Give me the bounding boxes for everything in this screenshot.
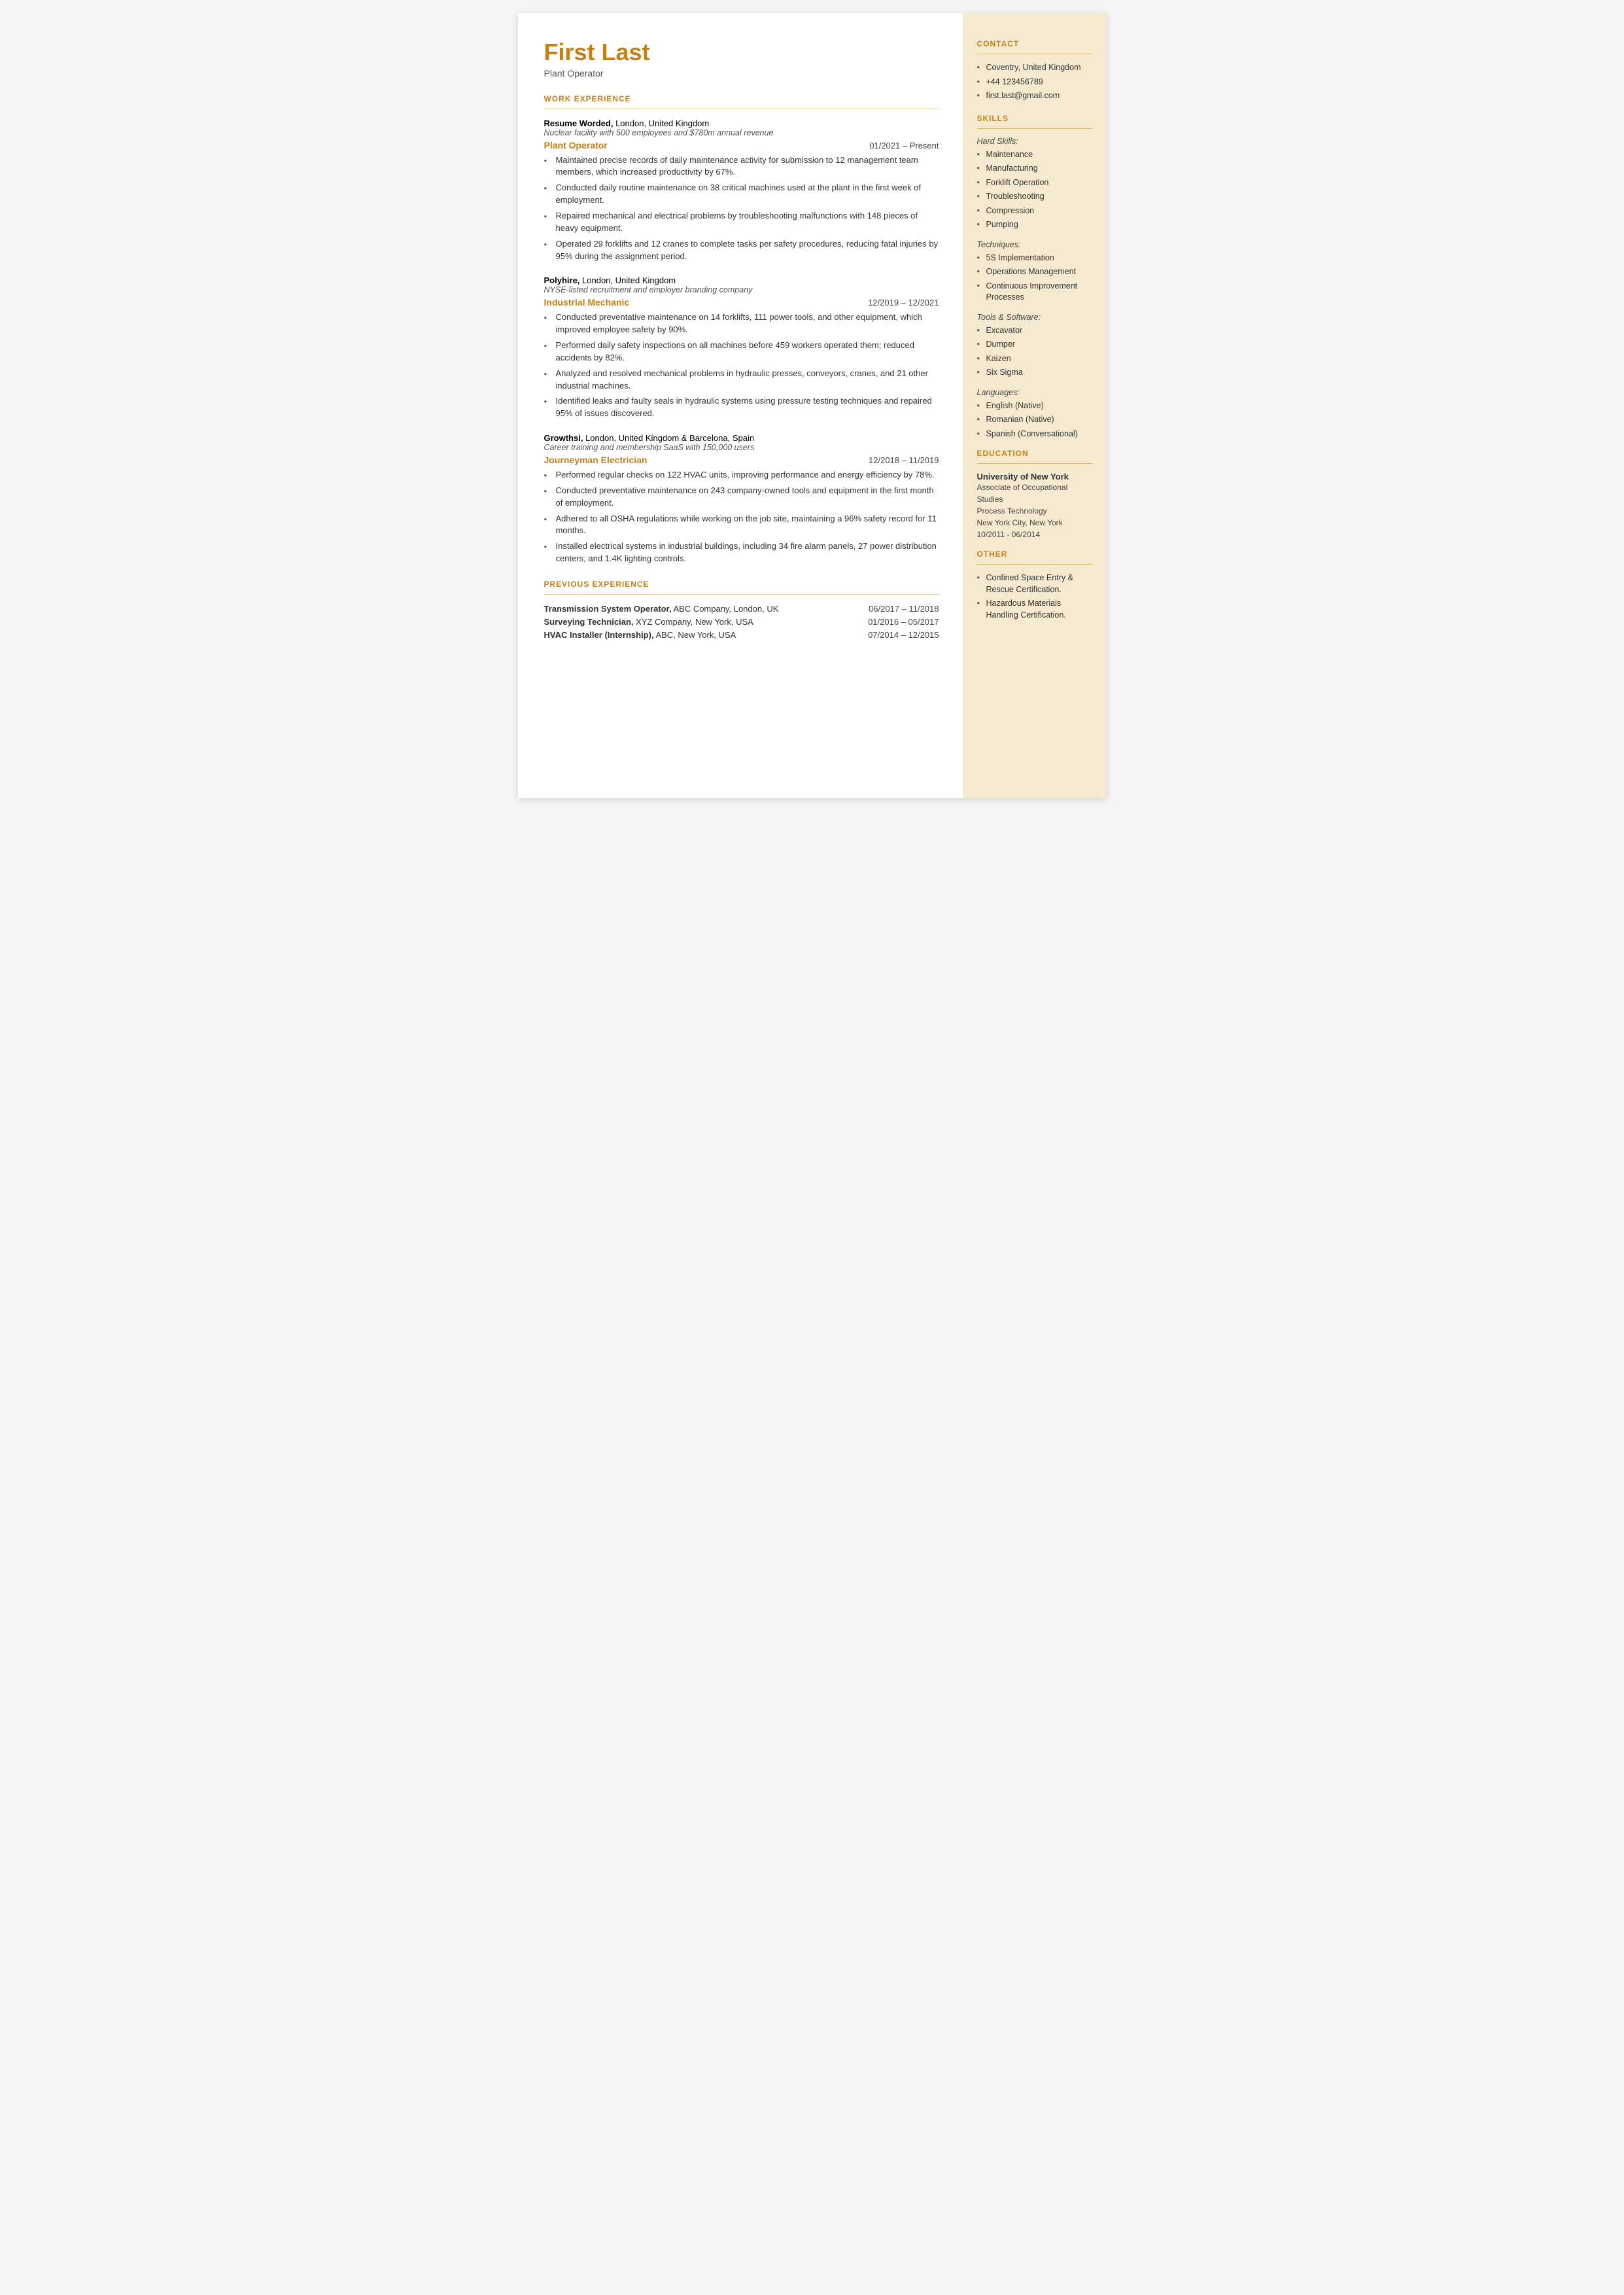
skill-troubleshooting: Troubleshooting [977,191,1092,203]
tools-label: Tools & Software: [977,313,1092,322]
prev-row-1-left: Transmission System Operator, ABC Compan… [544,604,856,614]
prev-row-3-left: HVAC Installer (Internship), ABC, New Yo… [544,630,855,640]
work-experience-title: WORK EXPERIENCE [544,94,939,103]
hard-skills-list: Maintenance Manufacturing Forklift Opera… [977,149,1092,231]
prev-row-1-dates: 06/2017 – 11/2018 [869,604,939,614]
bullet: Operated 29 forklifts and 12 cranes to c… [544,238,939,263]
lang-spanish: Spanish (Conversational) [977,429,1092,440]
skills-title: SKILLS [977,114,1092,123]
job-2-title: Industrial Mechanic [544,297,630,307]
school-name: University of New York [977,472,1092,482]
other-divider [977,564,1092,565]
previous-experience-title: PREVIOUS EXPERIENCE [544,580,939,589]
job-3-dates: 12/2018 – 11/2019 [869,455,939,465]
contact-phone: +44 123456789 [977,77,1092,88]
education-divider [977,463,1092,464]
languages-list: English (Native) Romanian (Native) Spani… [977,400,1092,440]
company-3-tagline: Career training and membership SaaS with… [544,443,939,452]
edu-1: University of New York Associate of Occu… [977,472,1092,540]
job-3: Growthsi, London, United Kingdom & Barce… [544,433,939,565]
job-1: Resume Worded, London, United Kingdom Nu… [544,118,939,263]
job-1-bullets: Maintained precise records of daily main… [544,154,939,263]
header: First Last Plant Operator [544,39,939,79]
company-1-name: Resume Worded, London, United Kingdom [544,118,939,128]
skills-divider [977,128,1092,129]
bullet: Maintained precise records of daily main… [544,154,939,179]
bullet: Analyzed and resolved mechanical problem… [544,368,939,393]
job-1-dates: 01/2021 – Present [869,141,939,150]
bullet: Conducted daily routine maintenance on 3… [544,182,939,207]
bullet: Installed electrical systems in industri… [544,540,939,565]
technique-ci: Continuous Improvement Processes [977,281,1092,304]
job-3-header: Journeyman Electrician 12/2018 – 11/2019 [544,455,939,465]
sidebar: CONTACT Coventry, United Kingdom +44 123… [963,13,1107,798]
skills-section: SKILLS Hard Skills: Maintenance Manufact… [977,114,1092,440]
job-1-header: Plant Operator 01/2021 – Present [544,140,939,150]
tool-sixsigma: Six Sigma [977,367,1092,379]
contact-list: Coventry, United Kingdom +44 123456789 f… [977,62,1092,102]
company-1-tagline: Nuclear facility with 500 employees and … [544,128,939,137]
tool-dumper: Dumper [977,339,1092,351]
bullet: Performed daily safety inspections on al… [544,340,939,364]
skill-maintenance: Maintenance [977,149,1092,161]
prev-row-3: HVAC Installer (Internship), ABC, New Yo… [544,630,939,640]
skill-manufacturing: Manufacturing [977,163,1092,175]
candidate-name: First Last [544,39,939,65]
skill-pumping: Pumping [977,219,1092,231]
job-3-title: Journeyman Electrician [544,455,648,465]
prev-divider [544,594,939,595]
tool-kaizen: Kaizen [977,353,1092,365]
skill-compression: Compression [977,205,1092,217]
other-list: Confined Space Entry & Rescue Certificat… [977,572,1092,621]
job-2: Polyhire, London, United Kingdom NYSE-li… [544,275,939,420]
job-2-header: Industrial Mechanic 12/2019 – 12/2021 [544,297,939,307]
main-column: First Last Plant Operator WORK EXPERIENC… [518,13,963,798]
lang-english: English (Native) [977,400,1092,412]
contact-email: first.last@gmail.com [977,90,1092,102]
technique-ops-mgmt: Operations Management [977,266,1092,278]
other-section: OTHER Confined Space Entry & Rescue Cert… [977,550,1092,621]
resume-page: First Last Plant Operator WORK EXPERIENC… [518,13,1107,798]
bullet: Performed regular checks on 122 HVAC uni… [544,469,939,482]
techniques-label: Techniques: [977,240,1092,249]
school-degree: Associate of Occupational Studies Proces… [977,482,1092,540]
techniques-list: 5S Implementation Operations Management … [977,253,1092,304]
tool-excavator: Excavator [977,325,1092,337]
job-2-bullets: Conducted preventative maintenance on 14… [544,311,939,420]
company-2-name: Polyhire, London, United Kingdom [544,275,939,285]
bullet: Conducted preventative maintenance on 14… [544,311,939,336]
languages-label: Languages: [977,388,1092,397]
bullet: Identified leaks and faulty seals in hyd… [544,395,939,420]
job-2-dates: 12/2019 – 12/2021 [868,298,939,307]
prev-row-3-dates: 07/2014 – 12/2015 [868,630,939,640]
job-1-title: Plant Operator [544,140,608,150]
contact-location: Coventry, United Kingdom [977,62,1092,74]
bullet: Repaired mechanical and electrical probl… [544,210,939,235]
lang-romanian: Romanian (Native) [977,414,1092,426]
prev-row-2: Surveying Technician, XYZ Company, New Y… [544,617,939,627]
prev-row-1: Transmission System Operator, ABC Compan… [544,604,939,614]
skill-forklift: Forklift Operation [977,177,1092,189]
contact-title: CONTACT [977,39,1092,48]
work-experience-section: WORK EXPERIENCE Resume Worded, London, U… [544,94,939,565]
other-cert-2: Hazardous Materials Handling Certificati… [977,598,1092,621]
prev-row-2-dates: 01/2016 – 05/2017 [868,617,939,627]
prev-row-2-left: Surveying Technician, XYZ Company, New Y… [544,617,855,627]
other-title: OTHER [977,550,1092,559]
other-cert-1: Confined Space Entry & Rescue Certificat… [977,572,1092,595]
education-section: EDUCATION University of New York Associa… [977,449,1092,540]
tools-list: Excavator Dumper Kaizen Six Sigma [977,325,1092,379]
contact-section: CONTACT Coventry, United Kingdom +44 123… [977,39,1092,102]
job-3-bullets: Performed regular checks on 122 HVAC uni… [544,469,939,565]
hard-skills-label: Hard Skills: [977,137,1092,146]
candidate-title: Plant Operator [544,68,939,79]
company-3-name: Growthsi, London, United Kingdom & Barce… [544,433,939,443]
education-title: EDUCATION [977,449,1092,458]
company-2-tagline: NYSE-listed recruitment and employer bra… [544,285,939,294]
technique-5s: 5S Implementation [977,253,1092,264]
bullet: Adhered to all OSHA regulations while wo… [544,513,939,538]
previous-experience-section: PREVIOUS EXPERIENCE Transmission System … [544,580,939,640]
bullet: Conducted preventative maintenance on 24… [544,485,939,510]
